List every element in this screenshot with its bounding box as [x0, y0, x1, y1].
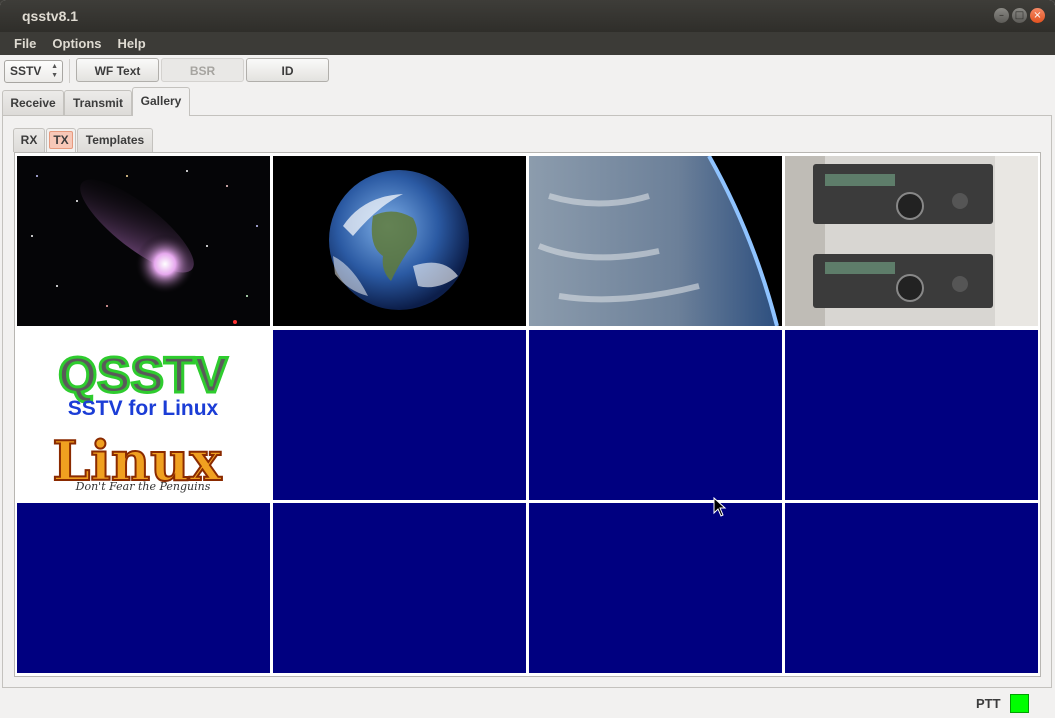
gallery-thumb-earth[interactable]	[273, 156, 526, 326]
wf-text-button[interactable]: WF Text	[76, 58, 159, 82]
gallery-thumb-empty[interactable]	[785, 503, 1038, 673]
subtab-tx-label: TX	[49, 131, 73, 149]
earth-horizon-image	[529, 156, 782, 326]
logo-tagline-text: Don't Fear the Penguins	[75, 480, 211, 493]
gallery-thumb-empty[interactable]	[17, 503, 270, 673]
mouse-cursor-icon	[713, 497, 727, 517]
comet-image	[17, 156, 270, 326]
ptt-label: PTT	[976, 696, 1001, 711]
gallery-thumb-comet[interactable]	[17, 156, 270, 326]
minimize-icon[interactable]: –	[994, 8, 1009, 23]
mode-select[interactable]: SSTV ▲ ▼	[4, 60, 63, 83]
subtab-tx[interactable]: TX	[46, 128, 76, 152]
toolbar: SSTV ▲ ▼ WF Text BSR ID	[0, 55, 1055, 88]
subtab-rx[interactable]: RX	[13, 128, 45, 152]
gallery-thumb-radio[interactable]	[785, 156, 1038, 326]
menu-options[interactable]: Options	[44, 32, 109, 55]
status-bar: PTT	[0, 690, 1055, 718]
close-icon[interactable]: ×	[1030, 8, 1045, 23]
tab-transmit[interactable]: Transmit	[64, 90, 132, 115]
logo-subtitle-text: SSTV for Linux	[68, 397, 219, 420]
id-button[interactable]: ID	[246, 58, 329, 82]
spin-arrows-icon[interactable]: ▲ ▼	[51, 62, 58, 80]
radio-equipment-image	[785, 156, 1038, 326]
toolbar-separator	[69, 59, 70, 83]
tab-gallery[interactable]: Gallery	[132, 87, 190, 116]
subtab-templates[interactable]: Templates	[77, 128, 153, 152]
menu-file[interactable]: File	[6, 32, 44, 55]
gallery-thumb-empty[interactable]	[785, 330, 1038, 500]
title-bar: qsstv8.1 – □ ×	[0, 0, 1055, 32]
bsr-button[interactable]: BSR	[161, 58, 244, 82]
maximize-icon[interactable]: □	[1012, 8, 1027, 23]
menu-help[interactable]: Help	[110, 32, 154, 55]
gallery-thumb-earth-horizon[interactable]	[529, 156, 782, 326]
app-window: qsstv8.1 – □ × File Options Help SSTV ▲ ▼…	[0, 0, 1055, 718]
ptt-indicator	[1010, 694, 1029, 713]
tab-receive[interactable]: Receive	[2, 90, 64, 115]
gallery-thumb-empty[interactable]	[273, 503, 526, 673]
gallery-grid: QSSTV SSTV for Linux Linux Don't Fear th…	[14, 152, 1041, 677]
gallery-thumb-qsstv-logo[interactable]: QSSTV SSTV for Linux Linux Don't Fear th…	[17, 330, 270, 500]
logo-qsstv-text: QSSTV	[58, 347, 228, 403]
gallery-thumb-empty[interactable]	[273, 330, 526, 500]
gallery-thumb-empty[interactable]	[529, 503, 782, 673]
gallery-thumb-empty[interactable]	[529, 330, 782, 500]
window-title: qsstv8.1	[22, 8, 79, 24]
earth-globe-image	[273, 156, 526, 326]
menu-bar: File Options Help	[0, 32, 1055, 55]
qsstv-logo-image: QSSTV SSTV for Linux Linux Don't Fear th…	[17, 330, 270, 500]
window-controls: – □ ×	[994, 8, 1045, 23]
mode-select-value: SSTV	[10, 64, 42, 78]
